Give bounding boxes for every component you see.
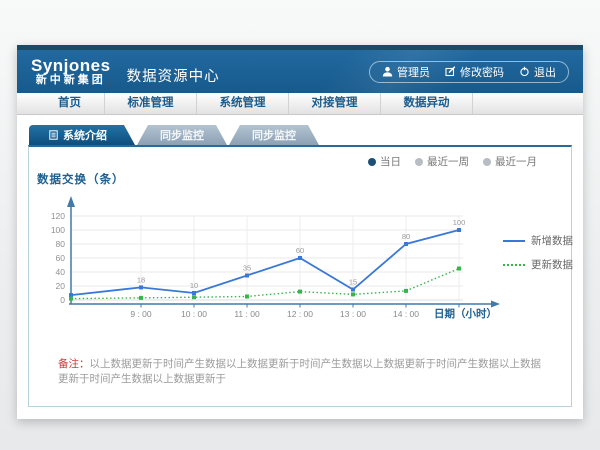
green-dotted-sample-icon [503, 264, 525, 266]
svg-text:日期（小时）: 日期（小时） [434, 307, 497, 320]
radio-label: 当日 [380, 154, 401, 169]
legend-label: 新增数据 [531, 233, 573, 248]
svg-text:80: 80 [402, 232, 410, 241]
tab-system-intro[interactable]: 系统介绍 [29, 125, 135, 145]
logo-text-en: Synjones [31, 57, 111, 75]
note-prefix: 备注： [58, 358, 90, 370]
chart-panel: 当日 最近一周 最近一月 数据交换（条） 0204060801001209 : … [28, 145, 572, 407]
tab-sync-monitor-2[interactable]: 同步监控 [229, 125, 319, 145]
footer-note: 备注：以上数据更新于时间产生数据以上数据更新于时间产生数据以上数据更新于时间产生… [58, 357, 551, 386]
tabs-bar: 系统介绍 同步监控 同步监控 [29, 125, 572, 145]
line-chart: 0 20 40 60 80 100 120 9 : 00 10 : 00 11 : 00 12 : … [29, 170, 529, 332]
svg-text:13 : 00: 13 : 00 [340, 309, 366, 319]
svg-text:12 : 00: 12 : 00 [287, 309, 313, 319]
svg-text:20: 20 [56, 281, 66, 291]
svg-text:10 : 00: 10 : 00 [181, 309, 207, 319]
change-password-button[interactable]: 修改密码 [445, 64, 504, 80]
legend-item-updated-data[interactable]: 更新数据 [503, 257, 573, 272]
tab-sync-monitor-1[interactable]: 同步监控 [137, 125, 227, 145]
logout-label: 退出 [534, 64, 556, 80]
tab-label: 同步监控 [160, 127, 204, 143]
change-password-label: 修改密码 [460, 64, 504, 80]
user-label: 管理员 [397, 64, 430, 80]
svg-text:60: 60 [56, 253, 66, 263]
radio-label: 最近一月 [495, 154, 537, 169]
svg-text:14 : 00: 14 : 00 [393, 309, 419, 319]
logout-button[interactable]: 退出 [519, 64, 556, 80]
main-nav: 首页 标准管理 系统管理 对接管理 数据异动 [17, 93, 583, 115]
svg-text:0: 0 [60, 295, 65, 305]
document-icon [49, 130, 58, 140]
svg-text:100: 100 [51, 225, 65, 235]
company-logo: Synjones 新中新集团 [31, 57, 111, 86]
power-icon [519, 66, 530, 77]
nav-item-home[interactable]: 首页 [35, 93, 105, 114]
svg-text:15: 15 [349, 278, 357, 287]
radio-label: 最近一周 [427, 154, 469, 169]
radio-last-month[interactable]: 最近一月 [483, 154, 537, 169]
logo-text-cn: 新中新集团 [31, 75, 111, 87]
nav-item-data-change[interactable]: 数据异动 [381, 93, 473, 114]
tab-label: 系统介绍 [63, 127, 107, 143]
user-menu-button[interactable]: 管理员 [382, 64, 430, 80]
page-title: 数据资源中心 [127, 65, 220, 86]
nav-item-system-mgmt[interactable]: 系统管理 [197, 93, 289, 114]
main-window: Synjones 新中新集团 数据资源中心 管理员 修改密码 [17, 45, 583, 419]
line-chart-svg: 0 20 40 60 80 100 120 9 : 00 10 : 00 11 : 00 12 : … [29, 170, 529, 332]
radio-today[interactable]: 当日 [368, 154, 401, 169]
svg-text:80: 80 [56, 239, 66, 249]
radio-last-week[interactable]: 最近一周 [415, 154, 469, 169]
tab-label: 同步监控 [252, 127, 296, 143]
radio-dot-selected [368, 158, 376, 166]
radio-dot [415, 158, 423, 166]
legend-item-new-data[interactable]: 新增数据 [503, 233, 573, 248]
svg-text:120: 120 [51, 211, 65, 221]
note-text: 以上数据更新于时间产生数据以上数据更新于时间产生数据以上数据更新于时间产生数据以… [58, 358, 541, 385]
blue-line-sample-icon [503, 240, 525, 242]
svg-text:40: 40 [56, 267, 66, 277]
edit-icon [445, 66, 456, 77]
user-toolbar: 管理员 修改密码 退出 [369, 61, 569, 83]
time-range-filter: 当日 最近一周 最近一月 [368, 154, 537, 169]
svg-text:100: 100 [453, 218, 466, 227]
svg-text:10: 10 [190, 281, 198, 290]
content-area: 系统介绍 同步监控 同步监控 当日 最近一周 [17, 115, 583, 419]
svg-text:9 : 00: 9 : 00 [130, 309, 152, 319]
svg-text:60: 60 [296, 246, 304, 255]
svg-text:11 : 00: 11 : 00 [234, 309, 260, 319]
radio-dot [483, 158, 491, 166]
chart-legend: 新增数据 更新数据 [503, 233, 573, 272]
legend-label: 更新数据 [531, 257, 573, 272]
nav-item-standard-mgmt[interactable]: 标准管理 [105, 93, 197, 114]
svg-text:35: 35 [243, 264, 251, 273]
user-icon [382, 66, 393, 77]
svg-text:18: 18 [137, 275, 145, 284]
app-header: Synjones 新中新集团 数据资源中心 管理员 修改密码 [17, 50, 583, 93]
nav-item-interface-mgmt[interactable]: 对接管理 [289, 93, 381, 114]
